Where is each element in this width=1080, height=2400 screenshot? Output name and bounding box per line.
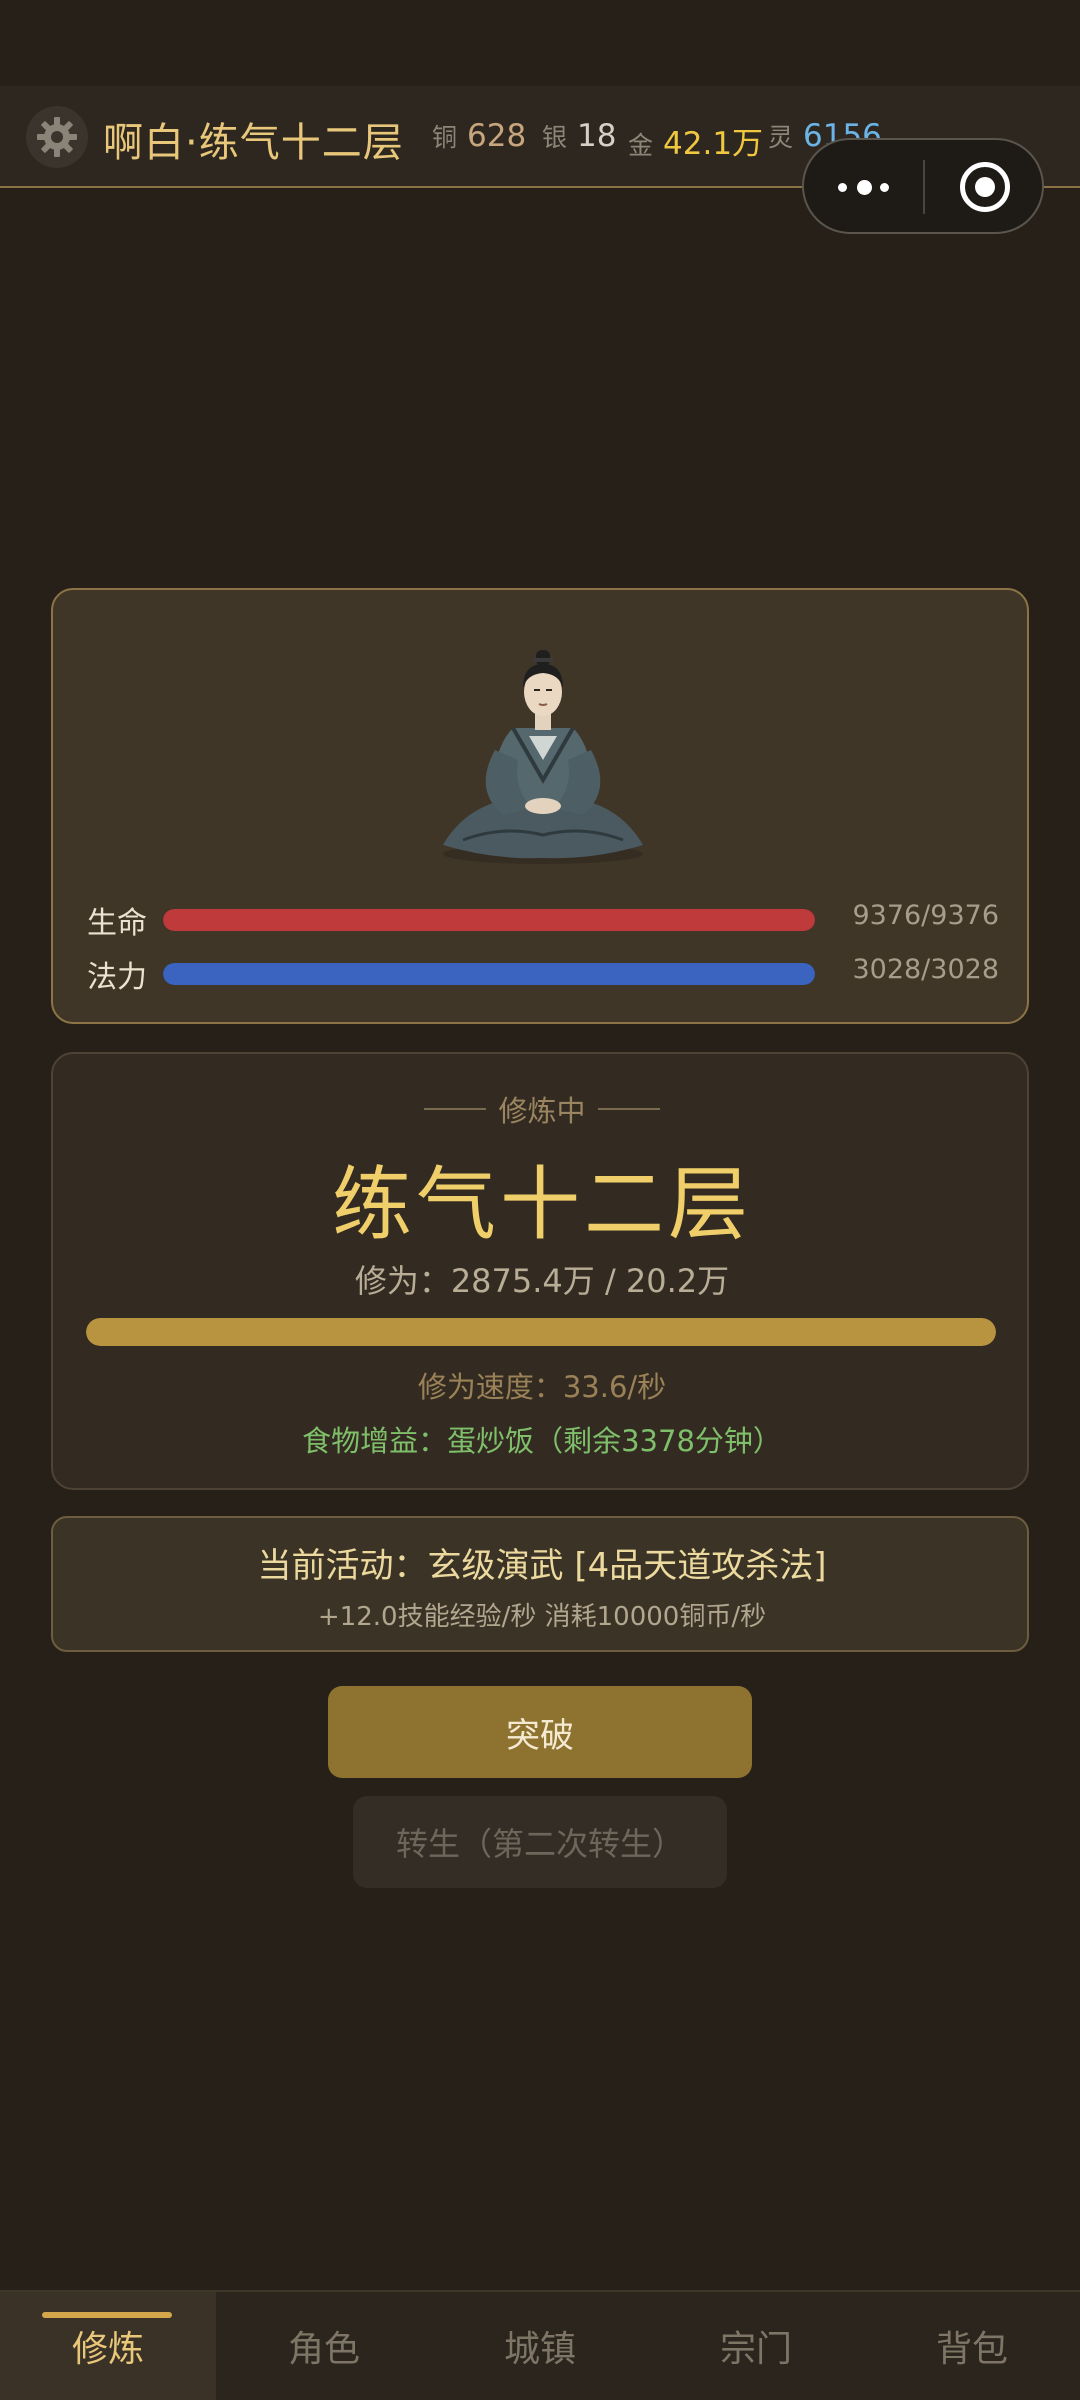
hp-bar	[163, 909, 815, 931]
nav-town[interactable]: 城镇	[432, 2292, 648, 2400]
mp-bar-fill	[163, 963, 815, 985]
gold-label: 金	[628, 131, 654, 160]
miniprogram-capsule	[802, 138, 1044, 234]
gold-currency: 金 42.1万	[628, 118, 763, 163]
rebirth-button[interactable]: 转生（第二次转生）	[353, 1796, 727, 1888]
close-target-icon[interactable]	[960, 162, 1010, 212]
hp-value: 9376/9376	[852, 900, 999, 931]
mp-value: 3028/3028	[852, 954, 999, 985]
mp-row: 法力 3028/3028	[53, 952, 1031, 995]
copper-label: 铜	[432, 123, 458, 152]
mp-label: 法力	[87, 960, 147, 995]
more-dots-icon[interactable]	[836, 140, 894, 232]
cultivation-progress-text: 修为：2875.4万 / 20.2万	[354, 1262, 730, 1300]
nav-bag[interactable]: 背包	[864, 2292, 1080, 2400]
hp-row: 生命 9376/9376	[53, 898, 1031, 941]
bottom-nav: 修炼 角色 城镇 宗门 背包	[0, 2290, 1080, 2400]
hp-label: 生命	[87, 906, 147, 941]
realm-title: 练气十二层	[332, 1158, 752, 1251]
meditating-cultivator-icon	[433, 640, 653, 870]
cultivation-status-text: 修炼中	[498, 1094, 586, 1128]
gold-value: 42.1万	[663, 126, 764, 162]
cultivation-progress-bar	[86, 1318, 996, 1346]
cultivation-card: 修炼中 练气十二层 修为：2875.4万 / 20.2万 修为速度：33.6/秒…	[51, 1052, 1029, 1490]
silver-currency: 银 18	[542, 118, 616, 154]
copper-value: 628	[467, 118, 527, 154]
nav-character[interactable]: 角色	[216, 2292, 432, 2400]
settings-gear-icon[interactable]	[26, 106, 88, 168]
silver-value: 18	[577, 118, 617, 154]
food-buff: 食物增益：蛋炒饭（剩余3378分钟）	[302, 1424, 782, 1458]
status-dash-right	[597, 1108, 660, 1110]
cultivation-speed: 修为速度：33.6/秒	[417, 1370, 667, 1404]
nav-sect[interactable]: 宗门	[648, 2292, 864, 2400]
cultivation-status: 修炼中	[53, 1088, 1031, 1130]
capsule-divider	[923, 160, 925, 214]
character-card: 生命 9376/9376 法力 3028/3028	[51, 588, 1029, 1024]
nav-cultivate[interactable]: 修炼	[0, 2292, 216, 2400]
cultivation-progress-fill	[86, 1318, 996, 1346]
copper-currency: 铜 628	[432, 118, 526, 154]
status-dash-left	[424, 1108, 487, 1110]
breakthrough-button[interactable]: 突破	[328, 1686, 752, 1778]
player-title: 啊白·练气十二层	[103, 120, 404, 166]
activity-card[interactable]: 当前活动：玄级演武 [4品天道攻杀法] +12.0技能经验/秒 消耗10000铜…	[51, 1516, 1029, 1652]
hp-bar-fill	[163, 909, 815, 931]
activity-title: 当前活动：玄级演武 [4品天道攻杀法]	[257, 1546, 827, 1586]
spirit-label: 灵	[768, 123, 794, 152]
silver-label: 银	[542, 123, 568, 152]
mp-bar	[163, 963, 815, 985]
activity-detail: +12.0技能经验/秒 消耗10000铜币/秒	[317, 1602, 767, 1632]
